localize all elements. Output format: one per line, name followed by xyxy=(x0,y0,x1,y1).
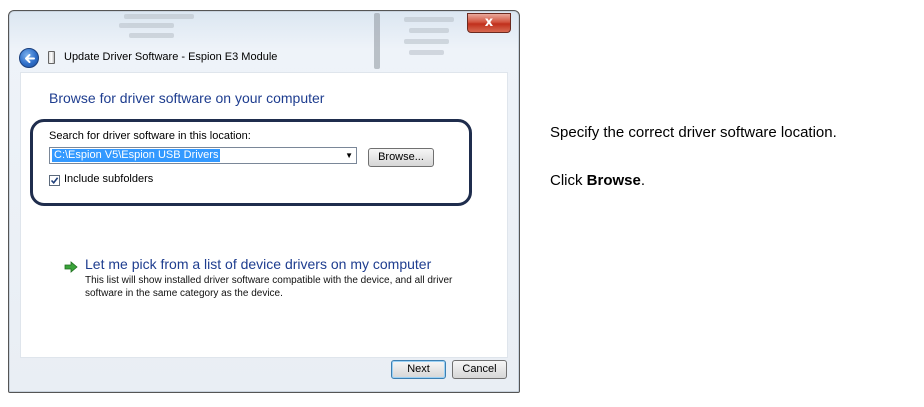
pick-from-list-description: This list will show installed driver sof… xyxy=(85,275,453,299)
instruction-line-2: Click Browse. xyxy=(550,172,645,189)
include-subfolders-checkbox[interactable] xyxy=(49,175,60,186)
browse-button[interactable]: Browse... xyxy=(368,148,434,167)
driver-path-combobox[interactable]: C:\Espion V5\Espion USB Drivers ▼ xyxy=(49,147,357,164)
include-subfolders-label[interactable]: Include subfolders xyxy=(64,173,153,185)
instruction-line-1: Specify the correct driver software loca… xyxy=(550,124,837,141)
back-arrow-icon xyxy=(25,54,35,63)
driver-path-value[interactable]: C:\Espion V5\Espion USB Drivers xyxy=(52,149,221,162)
close-button[interactable]: x xyxy=(467,13,511,33)
next-button[interactable]: Next xyxy=(391,360,446,379)
instruction-click-prefix: Click xyxy=(550,172,587,189)
content-panel: Browse for driver software on your compu… xyxy=(20,72,508,358)
device-icon xyxy=(48,51,55,64)
page-heading: Browse for driver software on your compu… xyxy=(49,90,325,106)
pick-from-list-link[interactable]: Let me pick from a list of device driver… xyxy=(85,256,431,272)
checkmark-icon xyxy=(50,177,59,185)
close-icon: x xyxy=(484,15,494,30)
green-arrow-icon xyxy=(64,261,78,273)
cancel-button[interactable]: Cancel xyxy=(452,360,507,379)
window-title: Update Driver Software - Espion E3 Modul… xyxy=(64,51,278,63)
back-button[interactable] xyxy=(19,48,39,68)
combo-dropdown-icon[interactable]: ▼ xyxy=(345,149,353,162)
instruction-browse-bold: Browse xyxy=(586,172,641,189)
search-location-label: Search for driver software in this locat… xyxy=(49,130,251,142)
instruction-period: . xyxy=(640,172,646,189)
update-driver-dialog: x Update Driver Software - Espion E3 Mod… xyxy=(8,10,520,393)
